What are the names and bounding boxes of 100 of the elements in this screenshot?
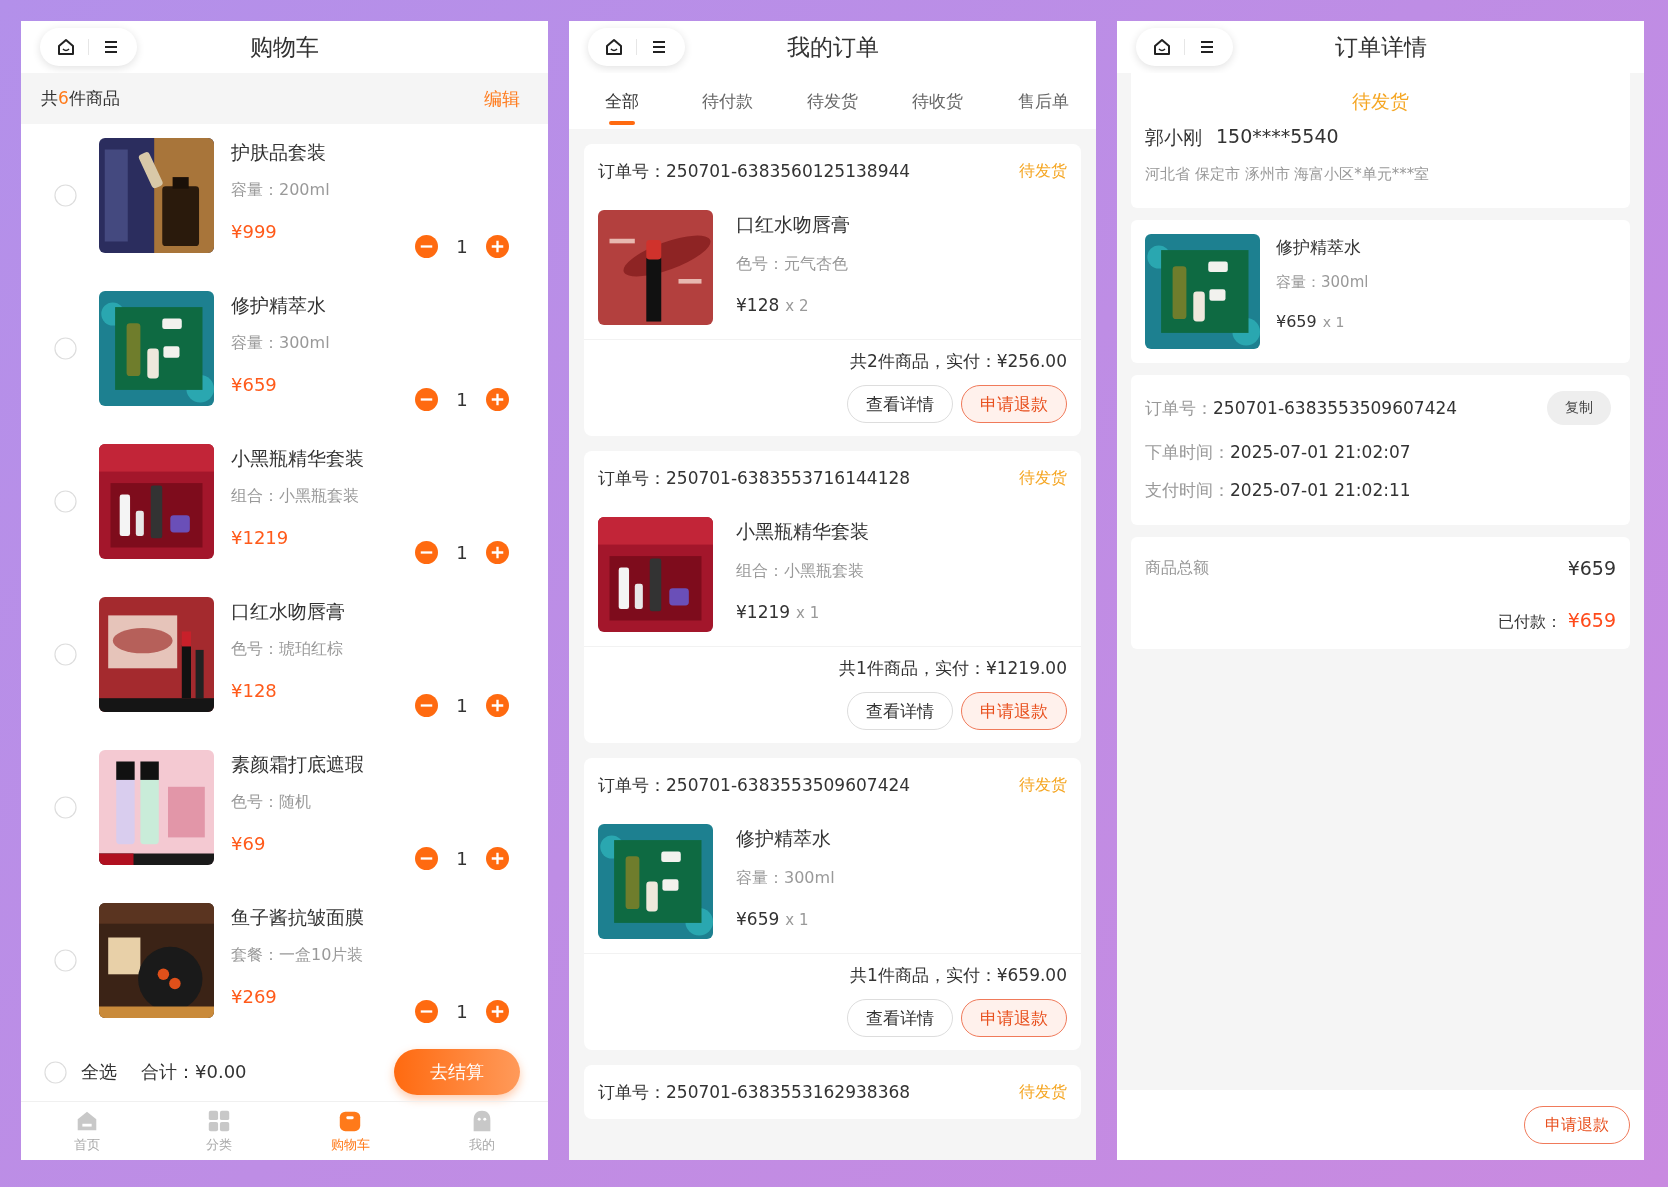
product-spec: 色号：琥珀红棕: [231, 639, 344, 660]
order-tab[interactable]: 售后单: [990, 73, 1096, 129]
home-icon[interactable]: [604, 37, 624, 57]
plus-icon[interactable]: [486, 694, 509, 717]
order-number: 订单号：250701-6383553162938368: [598, 1080, 911, 1104]
product-spec: 容量：300ml: [736, 868, 835, 889]
product-spec: 色号：随机: [231, 792, 312, 813]
refund-button[interactable]: 申请退款: [961, 999, 1067, 1037]
tab-bar-item[interactable]: 首页: [21, 1102, 153, 1160]
product-name: 修护精萃水: [231, 293, 327, 318]
plus-icon[interactable]: [486, 847, 509, 870]
refund-button[interactable]: 申请退款: [1524, 1106, 1630, 1144]
radio-button[interactable]: [54, 643, 77, 666]
radio-button[interactable]: [54, 796, 77, 819]
details-button[interactable]: 查看详情: [847, 999, 953, 1037]
info-label: 订单号：: [1145, 396, 1213, 420]
info-value: 2025-07-01 21:02:11: [1230, 480, 1412, 500]
order-status: 待发货: [1019, 160, 1067, 182]
plus-icon[interactable]: [486, 1000, 509, 1023]
order-tab[interactable]: 待发货: [779, 73, 886, 129]
info-label: 支付时间：: [1145, 478, 1230, 502]
product-name: 口红水吻唇膏: [736, 212, 850, 237]
product-spec: 组合：小黑瓶套装: [736, 561, 865, 582]
order-number: 订单号：250701-6383553716144128: [598, 466, 911, 490]
details-button[interactable]: 查看详情: [847, 385, 953, 423]
plus-icon[interactable]: [486, 541, 509, 564]
product-price: ¥659: [231, 374, 278, 395]
info-label: 下单时间：: [1145, 440, 1230, 464]
product-price: ¥999: [231, 221, 278, 242]
total-amount: 合计：¥0.00: [141, 1060, 248, 1084]
order-tab[interactable]: 全部: [569, 73, 675, 129]
order-status: 待发货: [1019, 774, 1067, 796]
product-price: ¥659: [1276, 312, 1317, 331]
screen-title: 订单详情: [1334, 32, 1427, 62]
paid-value: ¥659: [1567, 609, 1616, 631]
plus-icon[interactable]: [486, 235, 509, 258]
item-count: 共6件商品: [41, 87, 120, 110]
product-spec: 套餐：一盒10片装: [231, 945, 365, 966]
refund-button[interactable]: 申请退款: [961, 385, 1067, 423]
product-name: 护肤品套装: [231, 140, 327, 165]
order-status: 待发货: [1019, 467, 1067, 489]
minus-icon[interactable]: [415, 388, 438, 411]
product-price: ¥659: [736, 909, 780, 929]
minus-icon[interactable]: [415, 694, 438, 717]
radio-button[interactable]: [54, 337, 77, 360]
receiver-name: 郭小刚: [1145, 125, 1202, 150]
product-price: ¥1219: [231, 527, 290, 548]
home-icon[interactable]: [56, 37, 76, 57]
info-value: 2025-07-01 21:02:07: [1230, 442, 1412, 462]
product-name: 小黑瓶精华套装: [231, 446, 365, 471]
refund-button[interactable]: 申请退款: [961, 692, 1067, 730]
minus-icon[interactable]: [415, 1000, 438, 1023]
product-name: 素颜霜打底遮瑕: [231, 752, 365, 777]
copy-button[interactable]: 复制: [1547, 391, 1611, 425]
radio-button[interactable]: [54, 490, 77, 513]
receiver-phone: 150****5540: [1216, 125, 1339, 149]
quantity-value: x 1: [796, 604, 820, 622]
radio-button[interactable]: [54, 949, 77, 972]
checkout-button[interactable]: 去结算: [394, 1049, 520, 1095]
minus-icon[interactable]: [415, 541, 438, 564]
product-spec: 容量：200ml: [231, 180, 331, 201]
order-tab[interactable]: 待付款: [674, 73, 780, 129]
product-name: 鱼子酱抗皱面膜: [231, 905, 365, 930]
quantity-value: 1: [455, 389, 469, 410]
order-status: 待发货: [1019, 1081, 1067, 1103]
home-icon[interactable]: [1152, 37, 1172, 57]
info-value: 250701-6383553509607424: [1213, 398, 1459, 418]
product-price: ¥69: [231, 833, 267, 854]
screen-title: 我的订单: [786, 32, 879, 62]
details-button[interactable]: 查看详情: [847, 692, 953, 730]
product-name: 修护精萃水: [1276, 236, 1362, 259]
select-all-label: 全选: [81, 1060, 117, 1084]
order-status: 待发货: [1351, 89, 1410, 114]
tab-bar-item[interactable]: 我的: [416, 1102, 548, 1160]
edit-link[interactable]: 编辑: [484, 86, 520, 111]
product-price: ¥128: [231, 680, 278, 701]
order-tab[interactable]: 待收货: [885, 73, 991, 129]
quantity-value: 1: [455, 695, 469, 716]
plus-icon[interactable]: [486, 388, 509, 411]
goods-total-value: ¥659: [1567, 557, 1616, 579]
radio-button[interactable]: [44, 1060, 67, 1084]
paid-label: 已付款：: [1497, 612, 1562, 633]
product-spec: 容量：300ml: [1276, 273, 1369, 292]
tab-bar-item[interactable]: 分类: [152, 1102, 285, 1160]
order-summary: 共1件商品，实付：¥659.00: [849, 964, 1067, 987]
product-price: ¥1219: [736, 602, 791, 622]
quantity-value: 1: [455, 1001, 469, 1022]
product-name: 口红水吻唇膏: [231, 599, 346, 624]
quantity-value: 1: [455, 542, 469, 563]
order-summary: 共2件商品，实付：¥256.00: [849, 350, 1067, 373]
radio-button[interactable]: [54, 184, 77, 207]
quantity-value: 1: [455, 848, 469, 869]
minus-icon[interactable]: [415, 235, 438, 258]
tab-bar-item[interactable]: 购物车: [284, 1102, 417, 1160]
order-number: 订单号：250701-6383560125138944: [598, 159, 911, 183]
minus-icon[interactable]: [415, 847, 438, 870]
address-text: 河北省 保定市 涿州市 海富小区*单元***室: [1145, 165, 1431, 184]
product-name: 小黑瓶精华套装: [736, 519, 869, 544]
product-spec: 组合：小黑瓶套装: [231, 486, 360, 507]
order-number: 订单号：250701-6383553509607424: [598, 773, 911, 797]
